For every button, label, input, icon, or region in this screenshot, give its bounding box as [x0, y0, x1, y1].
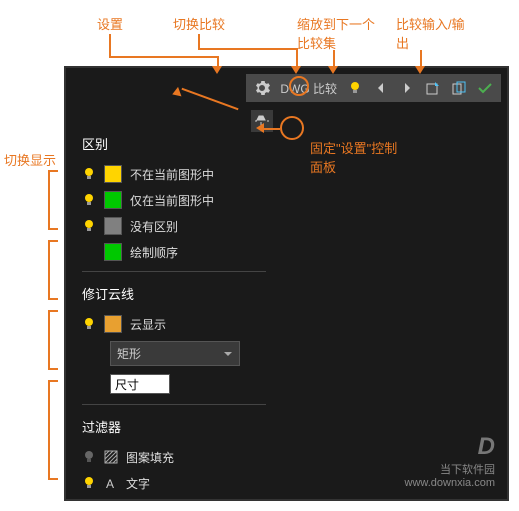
toggle-compare-button[interactable] [343, 76, 367, 100]
export-button[interactable] [447, 76, 471, 100]
annotation-zoom-next: 缩放到下一个比较集 [297, 14, 377, 52]
import-button[interactable] [421, 76, 445, 100]
bracket [48, 310, 58, 370]
import-icon [425, 80, 441, 96]
annotation-toggle-display: 切换显示 [4, 150, 56, 169]
gear-icon [254, 80, 270, 96]
next-button[interactable] [395, 76, 419, 100]
size-input[interactable] [110, 374, 170, 394]
color-swatch-gray[interactable] [104, 217, 122, 235]
text-icon: A [104, 476, 118, 490]
label-no-diff: 没有区别 [130, 218, 178, 235]
label-only-in-current: 仅在当前图形中 [130, 192, 214, 209]
compare-toolbar: DWG 比较 [246, 74, 501, 102]
row-draw-order: 绘制顺序 [74, 239, 274, 265]
arrow-head [256, 123, 264, 133]
bulb-toggle-icon[interactable] [82, 317, 96, 331]
bulb-toggle-icon[interactable] [82, 219, 96, 233]
annotation-toggle-compare: 切换比较 [173, 14, 225, 33]
color-swatch-order[interactable] [104, 243, 122, 261]
arrow-right-icon [400, 81, 414, 95]
export-icon [451, 80, 467, 96]
row-only-in-current: 仅在当前图形中 [74, 187, 274, 213]
row-cloud-display: 云显示 [74, 311, 274, 337]
arrow-head [212, 66, 222, 74]
settings-button[interactable] [250, 76, 274, 100]
shape-dropdown[interactable]: 矩形 [110, 341, 240, 366]
check-icon [477, 80, 493, 96]
shape-value: 矩形 [117, 345, 141, 362]
watermark: D 当下软件园 www.downxia.com [405, 433, 495, 489]
bulb-toggle-icon[interactable] [82, 167, 96, 181]
row-pattern-fill: 图案填充 [74, 444, 274, 470]
watermark-logo-icon: D [405, 433, 495, 461]
bracket [48, 240, 58, 300]
separator [82, 271, 266, 272]
prev-button[interactable] [369, 76, 393, 100]
row-text: A 文字 [74, 470, 274, 496]
bulb-icon [348, 81, 362, 95]
label-cloud-display: 云显示 [130, 316, 166, 333]
annotation-line [109, 34, 111, 56]
annotation-io: 比较输入/输出 [396, 14, 466, 52]
bulb-toggle-icon[interactable] [82, 193, 96, 207]
bracket [48, 170, 58, 230]
label-draw-order: 绘制顺序 [130, 244, 178, 261]
svg-text:A: A [106, 477, 114, 490]
bracket [48, 380, 58, 480]
bulb-toggle-icon[interactable] [82, 450, 96, 464]
annotation-line [109, 56, 217, 58]
bulb-toggle-icon[interactable] [82, 476, 96, 490]
annotation-circle [289, 76, 309, 96]
annotation-line [198, 34, 200, 48]
annotation-circle [280, 116, 304, 140]
label-text: 文字 [126, 475, 150, 492]
arrow-head [415, 66, 425, 74]
watermark-url: www.downxia.com [405, 477, 495, 489]
annotation-pin-panel: 固定"设置"控制面板 [310, 138, 410, 176]
color-swatch-yellow[interactable] [104, 165, 122, 183]
label-pattern-fill: 图案填充 [126, 449, 174, 466]
color-swatch-cloud[interactable] [104, 315, 122, 333]
annotation-line [420, 50, 422, 66]
separator [82, 404, 266, 405]
color-swatch-green[interactable] [104, 191, 122, 209]
settings-panel: 区别 不在当前图形中 仅在当前图形中 没有区别 绘制顺序 修订云线 云显示 [74, 128, 274, 496]
hatch-icon [104, 450, 118, 464]
label-not-in-current: 不在当前图形中 [130, 166, 214, 183]
section-header-filter: 过滤器 [74, 411, 274, 444]
section-header-cloud: 修订云线 [74, 278, 274, 311]
watermark-name: 当下软件园 [405, 461, 495, 477]
annotation-settings: 设置 [97, 14, 123, 33]
arrow-left-icon [374, 81, 388, 95]
section-header-diff: 区别 [74, 128, 274, 161]
annotation-line [217, 56, 219, 66]
annotation-line [198, 48, 296, 50]
arrow-head [291, 66, 301, 74]
arrow-head [328, 66, 338, 74]
annotation-line [264, 128, 280, 130]
chevron-down-icon [223, 349, 233, 359]
row-no-diff: 没有区别 [74, 213, 274, 239]
row-not-in-current: 不在当前图形中 [74, 161, 274, 187]
annotation-line [333, 50, 335, 66]
confirm-button[interactable] [473, 76, 497, 100]
